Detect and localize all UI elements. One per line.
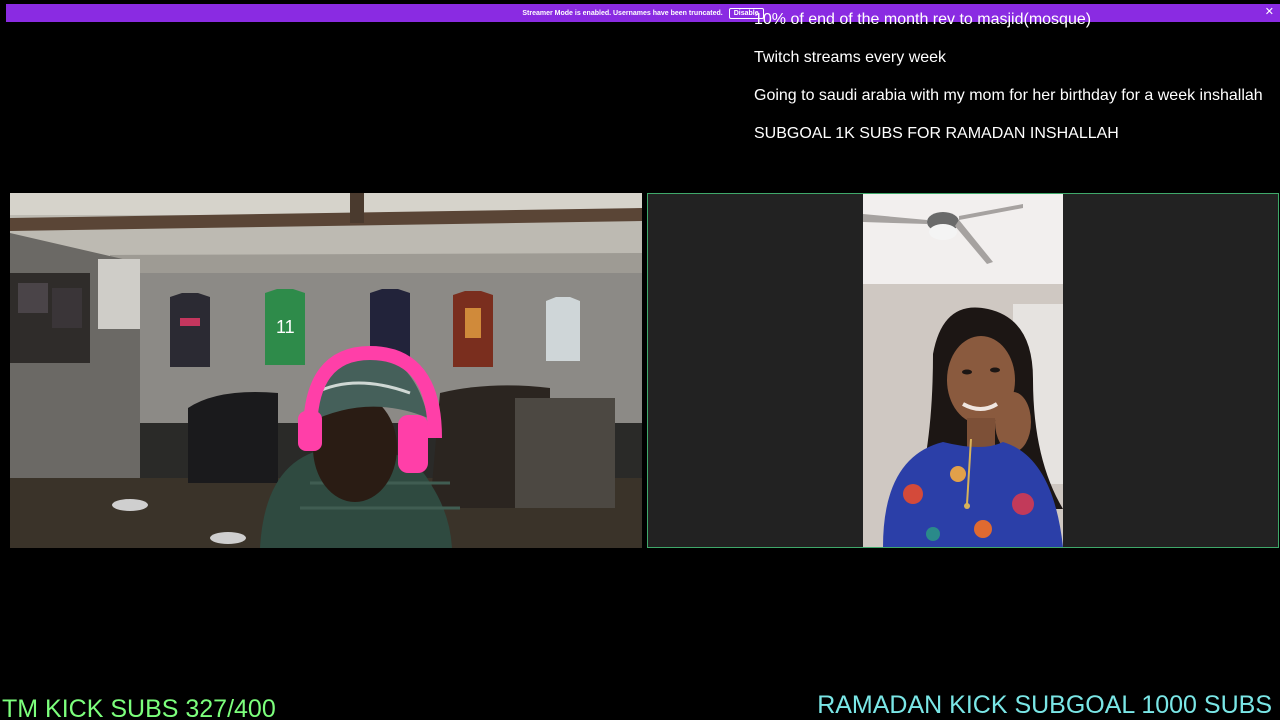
ticker-line: SUBGOAL 1K SUBS FOR RAMADAN INSHALLAH <box>754 125 1119 142</box>
ticker-line: Twitch streams every week <box>754 49 947 66</box>
webcam-left-scene: 11 <box>10 193 642 548</box>
stream-info-ticker: 10% of end of the month rev to masjid(mo… <box>754 10 1280 162</box>
ticker-line: 10% of end of the month rev to masjid(mo… <box>754 11 1092 28</box>
webcam-right-feed <box>647 193 1279 548</box>
video-call-portrait <box>863 194 1063 547</box>
streamer-mode-message: Streamer Mode is enabled. Usernames have… <box>522 9 723 17</box>
ramadan-subgoal-label: RAMADAN KICK SUBGOAL 1000 SUBS <box>817 691 1272 719</box>
ticker-line: Going to saudi arabia with my mom for he… <box>754 87 1263 104</box>
webcam-left-feed: 11 <box>10 193 642 548</box>
kick-subs-counter: TM KICK SUBS 327/400 <box>2 695 276 720</box>
svg-text:11: 11 <box>276 317 295 337</box>
video-call-scene <box>863 194 1063 547</box>
